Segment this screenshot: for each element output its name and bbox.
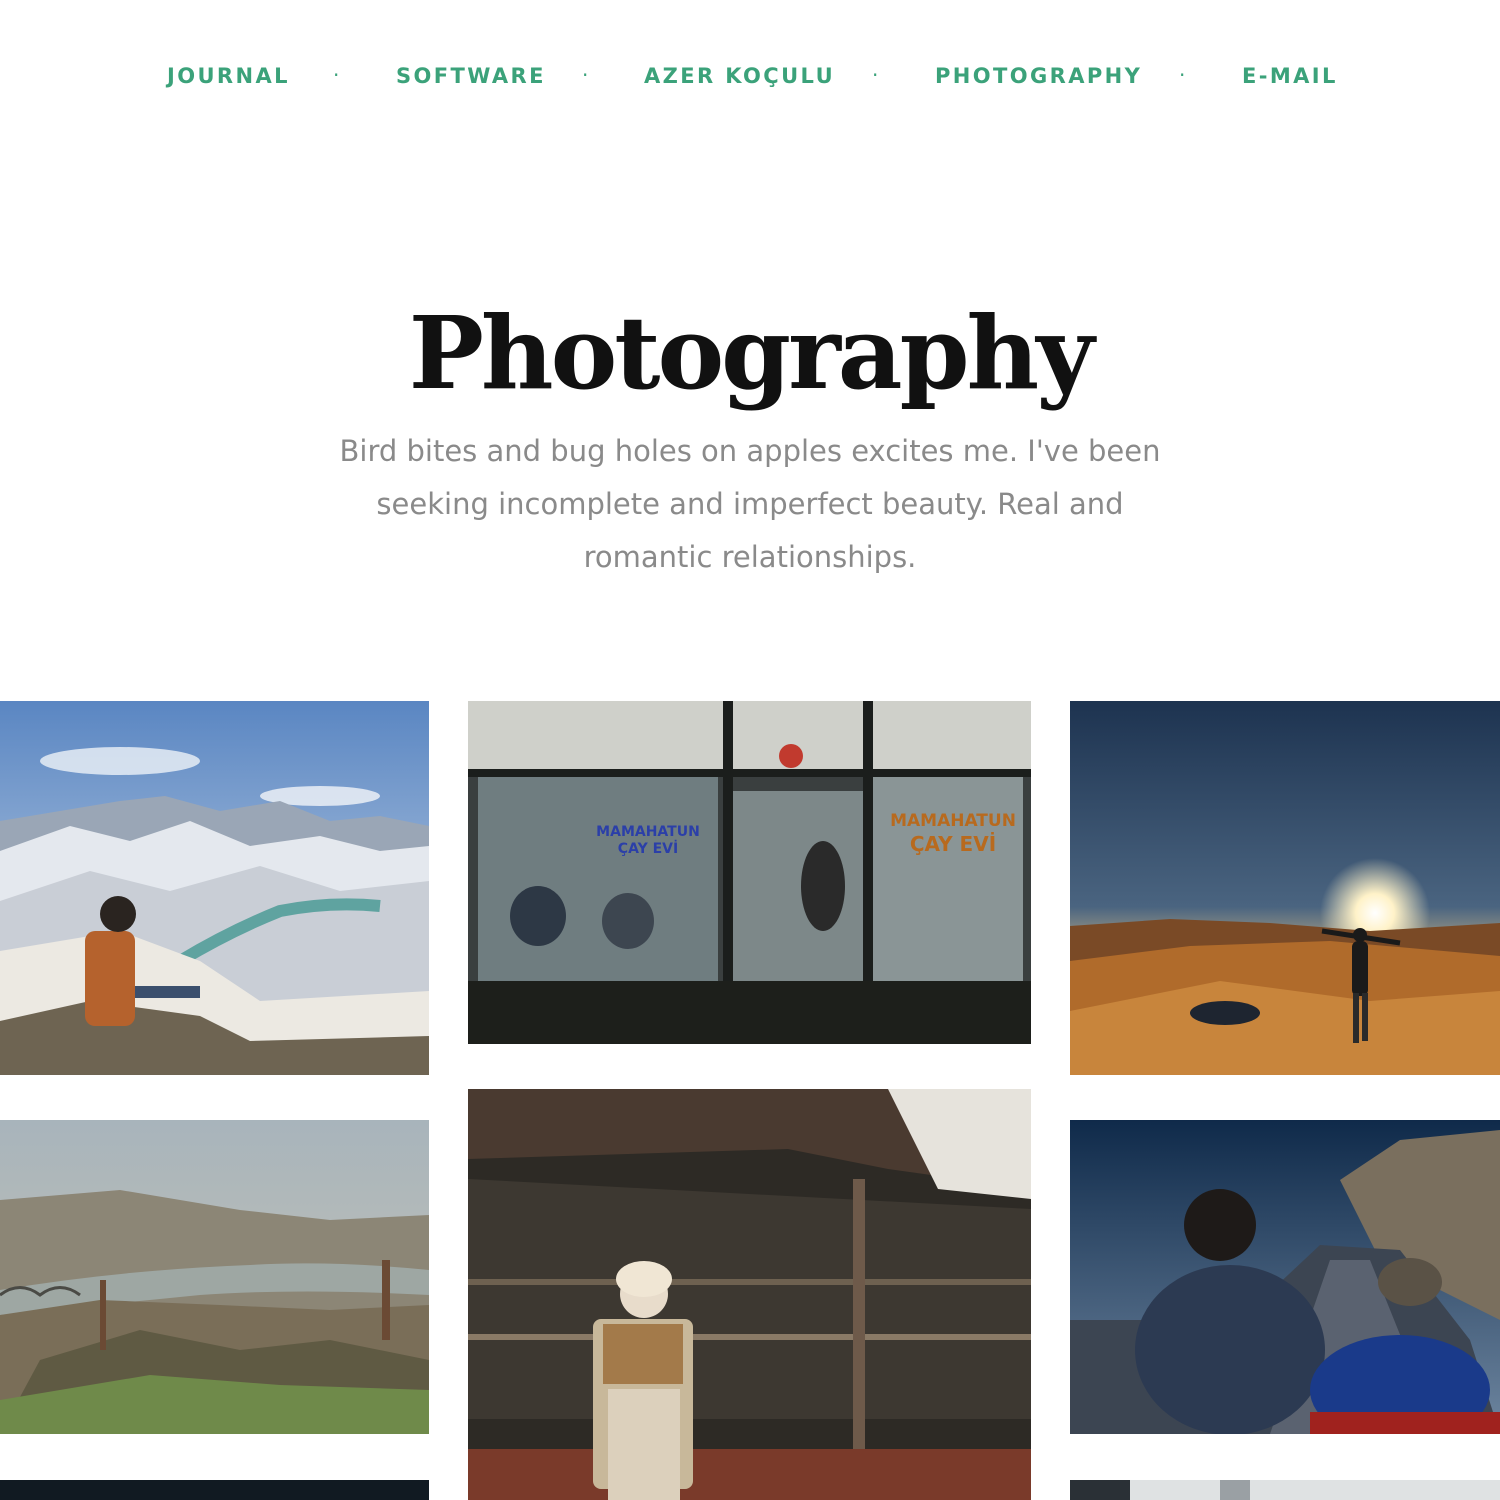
photo-desert-sunset-image [1070,701,1500,1075]
photo-motorcycle-riders-at-dusk[interactable] [1070,1120,1500,1434]
nav-separator: · [333,63,340,87]
photo-light-partial[interactable] [1070,1480,1500,1500]
nav-separator: · [872,63,879,87]
nav-link-journal[interactable]: JOURNAL [167,58,290,94]
photo-man-under-tent[interactable] [468,1089,1031,1500]
photo-desert-sunset[interactable] [1070,701,1500,1075]
nav-link-azer-koculu[interactable]: AZER KOÇULU [644,58,835,94]
nav-separator: · [1179,63,1186,87]
nav-link-photography[interactable]: PHOTOGRAPHY [935,58,1142,94]
nav-link-email[interactable]: E-MAIL [1242,58,1338,94]
top-nav: JOURNAL · SOFTWARE · AZER KOÇULU · PHOTO… [0,58,1500,94]
page-title: Photography [408,294,1095,412]
photo-snowy-mountain-valley-image [0,701,429,1075]
photo-snowy-mountain-valley[interactable] [0,701,429,1075]
tea-house-sign-left: MAMAHATUN [596,824,700,840]
photo-man-under-tent-image [468,1089,1031,1500]
photo-river-town-aerial-image [0,1120,429,1434]
svg-text:ÇAY EVİ: ÇAY EVİ [618,840,678,857]
photo-dark-partial[interactable] [0,1480,429,1500]
tea-house-sign-right: MAMAHATUN [890,811,1016,831]
nav-link-software[interactable]: SOFTWARE [396,58,546,94]
photo-motorcycle-riders-at-dusk-image [1070,1120,1500,1434]
photo-light-partial-image [1070,1480,1500,1500]
svg-text:ÇAY EVİ: ÇAY EVİ [910,832,996,856]
photo-tea-house-window[interactable]: MAMAHATUN ÇAY EVİ MAMAHATUN ÇAY EVİ [468,701,1031,1044]
photo-river-town-aerial[interactable] [0,1120,429,1434]
photo-tea-house-window-image: MAMAHATUN ÇAY EVİ MAMAHATUN ÇAY EVİ [468,701,1031,1044]
page-tagline: Bird bites and bug holes on apples excit… [339,434,1161,574]
nav-separator: · [582,63,589,87]
